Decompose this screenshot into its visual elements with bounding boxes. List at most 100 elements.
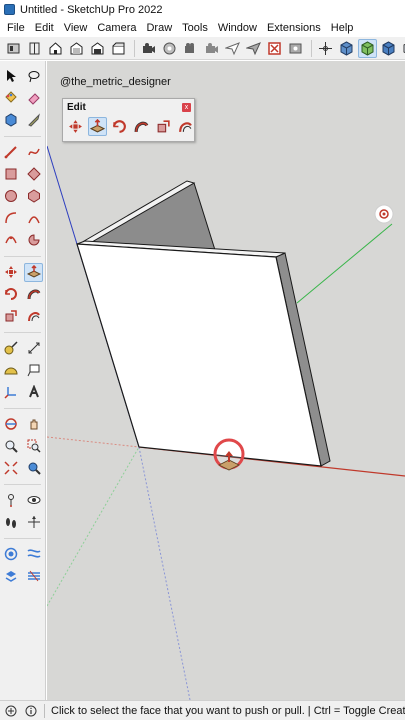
freehand-icon[interactable] — [24, 143, 43, 162]
pan-camera-icon[interactable] — [202, 39, 221, 58]
zoom-tool-icon[interactable] — [2, 437, 21, 456]
two-point-arc-icon[interactable] — [24, 209, 43, 228]
shaded-cube-icon[interactable] — [337, 39, 356, 58]
green-axis-hidden-line — [47, 446, 140, 607]
push-pull-tool-icon[interactable] — [24, 262, 44, 282]
zoom-previous-icon[interactable] — [24, 459, 43, 478]
compass-icon[interactable] — [24, 513, 43, 532]
right-view-icon[interactable] — [109, 39, 128, 58]
look-around-icon[interactable] — [24, 491, 43, 510]
push-pull-tool-icon[interactable] — [88, 117, 107, 136]
rotate-tool-icon[interactable] — [2, 285, 21, 304]
circle-tool-icon[interactable] — [2, 187, 21, 206]
info-icon[interactable] — [24, 704, 38, 718]
toolbar-separator — [4, 479, 41, 485]
offset-tool-icon[interactable] — [24, 307, 43, 326]
scene-canvas[interactable] — [47, 61, 405, 700]
line-tool-icon[interactable] — [2, 143, 21, 162]
toolbar-separator — [4, 327, 41, 333]
edit-toolbar-header[interactable]: Edit x — [63, 99, 194, 115]
follow-me-icon[interactable] — [24, 285, 43, 304]
components-icon[interactable] — [2, 111, 21, 130]
sketchup-logo-icon — [4, 4, 15, 15]
blue-axis-hidden-line — [138, 446, 191, 700]
tag-icon[interactable] — [24, 111, 43, 130]
section-plane-icon[interactable] — [265, 39, 284, 58]
section-display-icon[interactable] — [24, 567, 43, 586]
walk-tool-icon[interactable] — [2, 513, 21, 532]
edit-toolbar-panel[interactable]: Edit x — [62, 98, 195, 142]
rotate-tool-icon[interactable] — [110, 117, 129, 136]
axes-tool-icon[interactable] — [2, 383, 21, 402]
model-info-icon[interactable] — [4, 39, 23, 58]
rectangle-tool-icon[interactable] — [2, 165, 21, 184]
section-marker-icon[interactable] — [374, 204, 394, 224]
close-icon[interactable]: x — [182, 102, 191, 112]
menu-view[interactable]: View — [59, 19, 93, 37]
text-tool-icon[interactable] — [24, 361, 43, 380]
geo-location-icon[interactable] — [4, 704, 18, 718]
iso-view-icon[interactable] — [46, 39, 65, 58]
front-view-icon[interactable] — [88, 39, 107, 58]
toolbar-separator — [4, 403, 41, 409]
protractor-icon[interactable] — [2, 361, 21, 380]
toolbar-separator — [4, 533, 41, 539]
title-bar: Untitled - SketchUp Pro 2022 — [0, 0, 405, 19]
photo-icon[interactable] — [286, 39, 305, 58]
sketchup-window: Untitled - SketchUp Pro 2022 File Edit V… — [0, 0, 405, 720]
menu-tools[interactable]: Tools — [177, 19, 213, 37]
axes-icon[interactable] — [316, 39, 335, 58]
toolbar-separator — [311, 39, 312, 57]
paint-bucket-icon[interactable] — [2, 89, 21, 108]
section-fill-icon[interactable] — [2, 567, 21, 586]
3d-text-icon[interactable] — [24, 383, 43, 402]
paper-plane-icon[interactable] — [223, 39, 242, 58]
paper-plane-filled-icon[interactable] — [244, 39, 263, 58]
offset-tool-icon[interactable] — [176, 117, 195, 136]
menu-file[interactable]: File — [2, 19, 30, 37]
orbit-tool-icon[interactable] — [2, 415, 21, 434]
walk-icon[interactable] — [160, 39, 179, 58]
arc-tool-icon[interactable] — [2, 209, 21, 228]
move-tool-icon[interactable] — [2, 263, 21, 282]
lasso-select-icon[interactable] — [24, 67, 43, 86]
zoom-extents-icon[interactable] — [2, 459, 21, 478]
views-toolbar — [0, 37, 405, 60]
polygon-tool-icon[interactable] — [24, 187, 43, 206]
position-camera-icon[interactable] — [2, 491, 21, 510]
menu-extensions[interactable]: Extensions — [262, 19, 326, 37]
menu-help[interactable]: Help — [326, 19, 359, 37]
top-view-icon[interactable] — [67, 39, 86, 58]
scale-tool-icon[interactable] — [154, 117, 173, 136]
eraser-icon[interactable] — [24, 89, 43, 108]
rotated-rectangle-icon[interactable] — [24, 165, 43, 184]
scale-tool-icon[interactable] — [2, 307, 21, 326]
menu-edit[interactable]: Edit — [30, 19, 59, 37]
move-tool-icon[interactable] — [66, 117, 85, 136]
book-icon[interactable] — [25, 39, 44, 58]
edit-toolbar-title: Edit — [67, 101, 86, 113]
section-cuts-icon[interactable] — [24, 545, 43, 564]
back-wall-face[interactable] — [77, 182, 216, 251]
pie-tool-icon[interactable] — [24, 231, 43, 250]
xray-cube-icon[interactable] — [400, 39, 405, 58]
pan-tool-icon[interactable] — [24, 415, 43, 434]
textured-cube-icon[interactable] — [358, 38, 377, 58]
toolbar-separator — [4, 131, 41, 137]
green-axis-line — [296, 223, 393, 304]
zoom-window-icon[interactable] — [24, 437, 43, 456]
red-axis-hidden-line — [47, 436, 140, 448]
menu-draw[interactable]: Draw — [141, 19, 177, 37]
follow-me-icon[interactable] — [132, 117, 151, 136]
select-arrow-icon[interactable] — [2, 67, 21, 86]
menu-camera[interactable]: Camera — [92, 19, 141, 37]
dimension-icon[interactable] — [24, 339, 43, 358]
camera-icon[interactable] — [181, 39, 200, 58]
camera-position-icon[interactable] — [139, 39, 158, 58]
three-point-arc-icon[interactable] — [2, 231, 21, 250]
menu-window[interactable]: Window — [213, 19, 262, 37]
tape-measure-icon[interactable] — [2, 339, 21, 358]
monochrome-cube-icon[interactable] — [379, 39, 398, 58]
section-plane-tool-icon[interactable] — [2, 545, 21, 564]
modeling-viewport[interactable]: @the_metric_designer Edit x — [47, 61, 405, 700]
